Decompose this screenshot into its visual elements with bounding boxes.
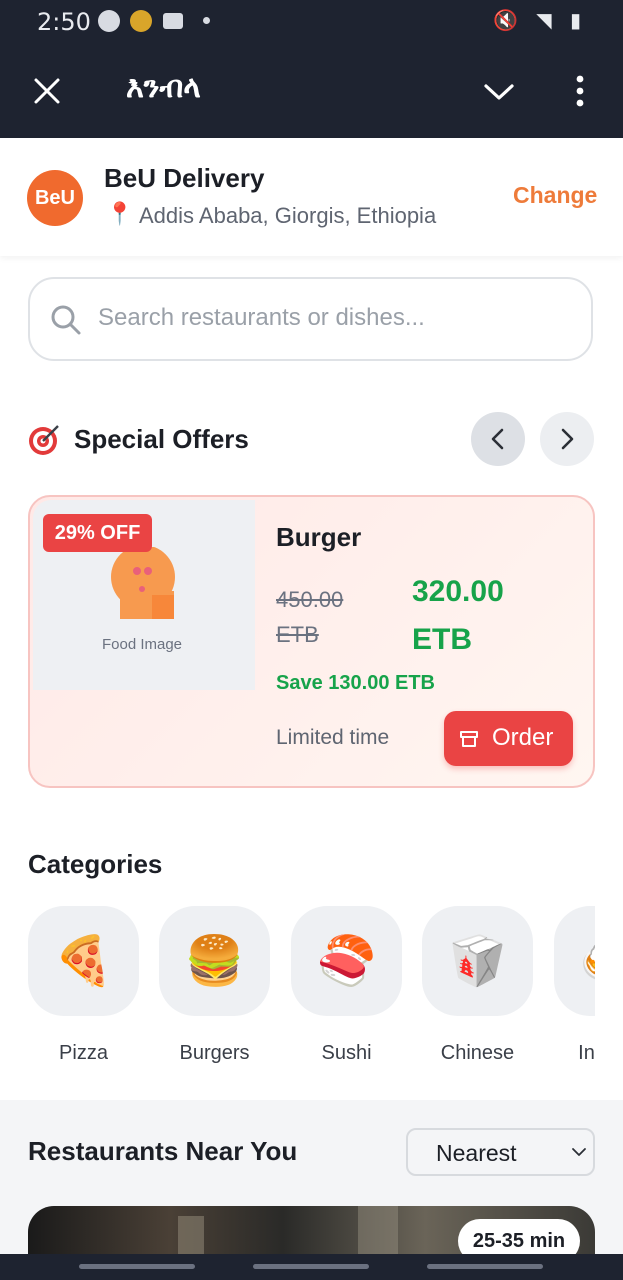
status-time: 2:50 [37,8,91,36]
app-bar [0,44,623,138]
chevron-right-icon [561,428,574,450]
system-nav-bar [0,1254,623,1280]
message-icon [163,13,183,29]
brand-name: BeU Delivery [104,163,265,193]
takeout-box-icon: 🥡 [422,906,533,1016]
chevron-down-icon[interactable] [483,82,515,102]
category-label: Pizza [59,1042,108,1064]
brand-logo: BeU [27,170,83,226]
call-status-icon [98,10,120,32]
more-vert-icon[interactable] [572,74,588,108]
offers-next-button[interactable] [540,412,594,466]
special-offers-title: Special Offers [74,424,249,454]
sort-value: Nearest [436,1140,517,1166]
food-image-label: Food Image [101,636,183,653]
status-bar: 2:50 🔇 ◥ ▮ [0,0,623,44]
curry-icon: 🍛 [554,906,595,1016]
nav-handle [79,1264,195,1269]
order-button[interactable]: Order [444,711,573,766]
sushi-icon: 🍣 [291,906,402,1016]
map-pin-icon: 📍 [106,202,134,227]
offers-prev-button[interactable] [471,412,525,466]
discounted-price: 320.00 ETB [412,575,504,656]
category-label: In [578,1042,595,1064]
chevron-left-icon [491,428,504,450]
pizza-icon: 🍕 [28,906,139,1016]
discount-badge: 29% OFF [43,514,152,552]
category-label: Burgers [179,1042,250,1064]
savings-text: Save 130.00 ETB [276,672,435,694]
limited-time-text: Limited time [276,726,390,749]
location-text: Addis Ababa, Giorgis, Ethiopia [139,203,437,228]
original-price: 450.00 ETB [276,587,344,647]
close-icon[interactable] [33,77,61,105]
nav-handle [253,1264,369,1269]
categories-row: 🍕 Pizza 🍔 Burgers 🍣 Sushi 🥡 Chinese 🍛 In [0,900,595,1080]
change-location-button[interactable]: Change [513,182,597,209]
search-placeholder: Search restaurants or dishes... [98,304,425,331]
more-notifications-dot-icon [203,17,210,24]
order-button-label: Order [492,724,554,751]
categories-title: Categories [28,849,163,879]
target-icon [29,425,59,455]
chevron-down-icon [572,1148,586,1156]
burger-icon: 🍔 [159,906,270,1016]
app-title: እንብላ [126,70,201,105]
notification-icon [130,10,152,32]
offer-item-name: Burger [276,522,362,552]
food-placeholder-icon [111,547,175,619]
search-icon [51,305,81,335]
category-label: Sushi [321,1042,372,1064]
cart-icon [460,731,478,747]
sort-select[interactable]: Nearest [406,1128,595,1176]
nav-handle [427,1264,543,1269]
restaurants-title: Restaurants Near You [28,1136,298,1166]
system-status-icons: 🔇 ◥ ▮ [492,8,587,32]
